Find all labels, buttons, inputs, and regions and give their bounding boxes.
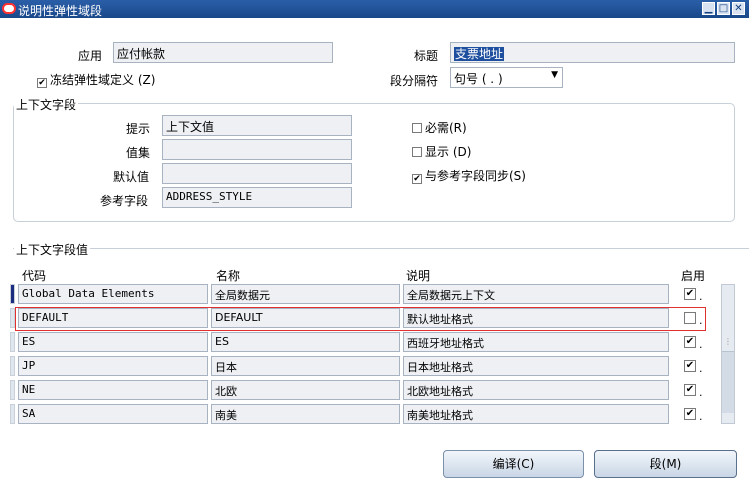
freeze-check-icon: ✔ <box>37 78 47 88</box>
row-desc-cell[interactable]: 全局数据元上下文 <box>403 284 669 304</box>
required-check-icon <box>412 123 422 133</box>
prompt-field[interactable]: 上下文值 <box>162 115 352 136</box>
compile-button[interactable]: 编译(C) <box>443 450 584 478</box>
chevron-down-icon: ▼ <box>551 70 558 80</box>
reference-label: 参考字段 <box>100 194 149 208</box>
row-code-cell[interactable]: JP <box>18 356 208 376</box>
row-name-cell[interactable]: 北欧 <box>211 380 400 400</box>
prompt-label: 提示 <box>126 122 151 136</box>
separator-select[interactable]: 句号 ( . ) ▼ <box>450 67 563 88</box>
row-desc-cell[interactable]: 西班牙地址格式 <box>403 332 669 352</box>
row-code-cell[interactable]: Global Data Elements <box>18 284 208 304</box>
row-enabled-checkbox[interactable]: ✔ <box>684 384 696 396</box>
values-section-title: 上下文字段值 <box>14 241 91 258</box>
sync-label: 与参考字段同步(S) <box>425 169 526 183</box>
row-indicator[interactable] <box>10 332 15 352</box>
row-enabled-checkbox[interactable]: ✔ <box>684 336 696 348</box>
scrollbar-track[interactable] <box>722 351 734 413</box>
row-enabled-dot: . <box>699 338 703 351</box>
values-divider <box>13 248 749 249</box>
title-field[interactable]: 支票地址 <box>450 42 735 63</box>
sync-checkbox[interactable]: ✔ 与参考字段同步(S) <box>412 167 526 184</box>
col-header-code: 代码 <box>22 269 47 283</box>
row-enabled-checkbox[interactable]: ✔ <box>684 288 696 300</box>
row-enabled-dot: . <box>699 290 703 303</box>
col-header-name: 名称 <box>216 269 241 283</box>
display-label: 显示 (D) <box>425 145 472 159</box>
col-header-enabled: 启用 <box>681 269 706 283</box>
row-highlight-box <box>15 307 706 331</box>
title-label: 标题 <box>414 49 439 63</box>
close-icon[interactable]: ✕ <box>732 2 745 15</box>
row-indicator[interactable] <box>10 284 15 304</box>
valueset-label: 值集 <box>126 146 151 160</box>
required-checkbox[interactable]: 必需(R) <box>412 119 467 136</box>
window-title: 说明性弹性域段 <box>18 4 103 18</box>
row-desc-cell[interactable]: 南美地址格式 <box>403 404 669 424</box>
row-code-cell[interactable]: ES <box>18 332 208 352</box>
app-field[interactable]: 应付帐款 <box>113 42 333 63</box>
row-enabled-dot: . <box>699 362 703 375</box>
row-indicator[interactable] <box>10 356 15 376</box>
segments-button[interactable]: 段(M) <box>594 450 737 478</box>
row-code-cell[interactable]: SA <box>18 404 208 424</box>
row-enabled-dot: . <box>699 410 703 423</box>
row-enabled-checkbox[interactable]: ✔ <box>684 360 696 372</box>
row-enabled-dot: . <box>699 386 703 399</box>
display-checkbox[interactable]: 显示 (D) <box>412 143 471 160</box>
row-enabled-checkbox[interactable]: ✔ <box>684 408 696 420</box>
row-name-cell[interactable]: 全局数据元 <box>211 284 400 304</box>
app-label: 应用 <box>78 49 103 63</box>
row-desc-cell[interactable]: 日本地址格式 <box>403 356 669 376</box>
freeze-checkbox[interactable]: ✔ 冻结弹性域定义 (Z) <box>37 71 155 88</box>
row-name-cell[interactable]: 日本 <box>211 356 400 376</box>
title-value: 支票地址 <box>454 47 505 61</box>
maximize-icon[interactable]: □ <box>717 2 730 15</box>
col-header-desc: 说明 <box>406 269 431 283</box>
default-field[interactable] <box>162 163 352 184</box>
row-indicator[interactable] <box>10 380 15 400</box>
oracle-logo-icon <box>2 3 16 14</box>
valueset-field[interactable] <box>162 139 352 160</box>
scroll-grip-icon: ⋮ <box>724 337 732 346</box>
separator-value: 句号 ( . ) <box>454 72 503 86</box>
context-section-title: 上下文字段 <box>14 96 79 113</box>
row-code-cell[interactable]: NE <box>18 380 208 400</box>
required-label: 必需(R) <box>425 121 467 135</box>
default-label: 默认值 <box>113 170 150 184</box>
separator-label: 段分隔符 <box>390 74 439 88</box>
row-indicator[interactable] <box>10 404 15 424</box>
row-name-cell[interactable]: ES <box>211 332 400 352</box>
minimize-icon[interactable]: ▁ <box>702 2 715 15</box>
row-name-cell[interactable]: 南美 <box>211 404 400 424</box>
freeze-label: 冻结弹性域定义 (Z) <box>50 73 156 87</box>
title-bar: 说明性弹性域段 ▁ □ ✕ <box>0 0 749 18</box>
display-check-icon <box>412 147 422 157</box>
row-desc-cell[interactable]: 北欧地址格式 <box>403 380 669 400</box>
sync-check-icon: ✔ <box>412 174 422 184</box>
vertical-scrollbar[interactable]: ⋮ <box>721 284 735 424</box>
reference-field[interactable]: ADDRESS_STYLE <box>162 187 352 208</box>
